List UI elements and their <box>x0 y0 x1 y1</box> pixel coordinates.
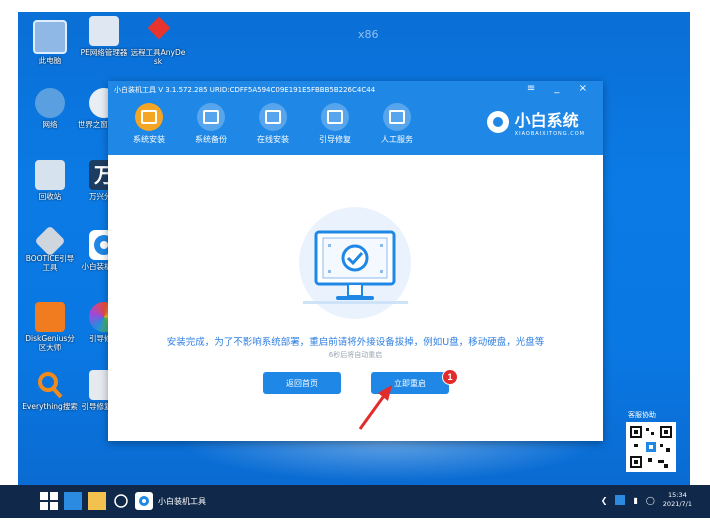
clock[interactable]: 15:34 2021/7/1 <box>663 491 692 509</box>
install-icon <box>135 103 163 131</box>
diskgenius-icon <box>35 302 65 332</box>
recycle-bin-icon <box>35 160 65 190</box>
tab-system-install[interactable]: 系统安装 <box>122 103 176 145</box>
desktop-icon-anydesk[interactable]: 远程工具AnyDesk <box>130 16 186 66</box>
network-tray-icon[interactable] <box>112 492 130 510</box>
install-complete-message: 安装完成，为了不影响系统部署，重启前请将外接设备拔掉，例如U盘，移动硬盘，光盘等 <box>166 337 545 348</box>
desktop-icon-bootice[interactable]: BOOTICE引导工具 <box>22 225 78 272</box>
tab-system-backup[interactable]: 系统备份 <box>184 103 238 145</box>
network-icon <box>35 88 65 118</box>
anydesk-icon <box>143 16 173 46</box>
countdown-text: 6秒后将自动重启 <box>328 351 383 359</box>
desktop-icon-diskgenius[interactable]: DiskGenius分区大师 <box>22 302 78 352</box>
windows-start-icon[interactable] <box>40 492 58 510</box>
chat-icon <box>383 103 411 131</box>
desktop-icon-recycle-bin[interactable]: 回收站 <box>22 160 78 201</box>
screenshot-frame: x86 此电脑 PE网络管理器 远程工具AnyDesk 网络 世界之窗浏览器 回… <box>0 0 710 529</box>
brand-name: 小白系统 <box>514 111 579 130</box>
tab-label: 人工服务 <box>381 135 413 144</box>
tab-online-install[interactable]: 在线安装 <box>246 103 300 145</box>
tab-label: 在线安装 <box>257 135 289 144</box>
tab-manual-service[interactable]: 人工服务 <box>370 103 424 145</box>
restart-label: 立即重启 <box>394 378 426 388</box>
brand-sub: XIAOBAIXITONG.COM <box>514 131 585 137</box>
taskbar-app-label: 小白装机工具 <box>158 496 206 506</box>
backup-icon <box>197 103 225 131</box>
back-home-button[interactable]: 返回首页 <box>263 372 341 394</box>
repair-icon <box>321 103 349 131</box>
window-controls[interactable]: ≡ _ × <box>527 83 595 94</box>
watermark: x86 <box>358 28 379 41</box>
desktop-icon-pe-network[interactable]: PE网络管理器 <box>76 16 132 57</box>
brand-logo: 小白系统 XIAOBAIXITONG.COM <box>486 107 585 137</box>
qr-code <box>626 422 676 472</box>
tab-boot-repair[interactable]: 引导修复 <box>308 103 362 145</box>
tab-label: 系统安装 <box>133 135 165 144</box>
clock-date: 2021/7/1 <box>662 500 692 508</box>
taskbar: 小白装机工具 ❮ ▮ ◯ 15:34 2021/7/1 <box>0 485 710 518</box>
qr-label: 客服协助 <box>628 411 656 419</box>
chevron-left-icon[interactable]: ❮ <box>601 496 608 505</box>
tray-app-icon[interactable] <box>615 495 626 505</box>
step-badge: 1 <box>442 369 458 385</box>
system-tray: ❮ ▮ ◯ 15:34 2021/7/1 <box>601 491 692 509</box>
taskbar-app-xiaobai[interactable]: 小白装机工具 <box>135 491 206 511</box>
pointer-arrow-icon <box>358 385 392 430</box>
clock-time: 15:34 <box>668 491 687 499</box>
desktop-show-icon[interactable] <box>64 492 82 510</box>
folder-icon[interactable] <box>88 492 106 510</box>
tab-label: 引导修复 <box>319 135 351 144</box>
monitor-check-illustration <box>298 206 413 325</box>
download-icon <box>259 103 287 131</box>
xiaobai-app-icon <box>135 492 153 510</box>
window-header: 小白装机工具 V 3.1.572.285 URID:CDFF5A594C09E1… <box>108 81 603 155</box>
desktop-icon-this-pc[interactable]: 此电脑 <box>22 20 78 65</box>
desktop-icon-network[interactable]: 网络 <box>22 88 78 129</box>
nav-bar: 系统安装 系统备份 在线安装 引导修复 人工服务 <box>122 103 432 145</box>
network-icon[interactable]: ◯ <box>646 496 655 505</box>
magnifier-icon <box>35 370 65 400</box>
battery-icon[interactable]: ▮ <box>633 496 637 505</box>
bootice-icon <box>34 225 66 257</box>
xiaobai-logo-icon <box>486 111 509 133</box>
desktop-icon-everything[interactable]: Everything搜索 <box>22 370 78 411</box>
window-title: 小白装机工具 V 3.1.572.285 URID:CDFF5A594C09E1… <box>114 86 376 94</box>
computer-icon <box>33 20 67 54</box>
tab-label: 系统备份 <box>195 135 227 144</box>
installer-window: 小白装机工具 V 3.1.572.285 URID:CDFF5A594C09E1… <box>108 81 603 441</box>
network-manager-icon <box>89 16 119 46</box>
